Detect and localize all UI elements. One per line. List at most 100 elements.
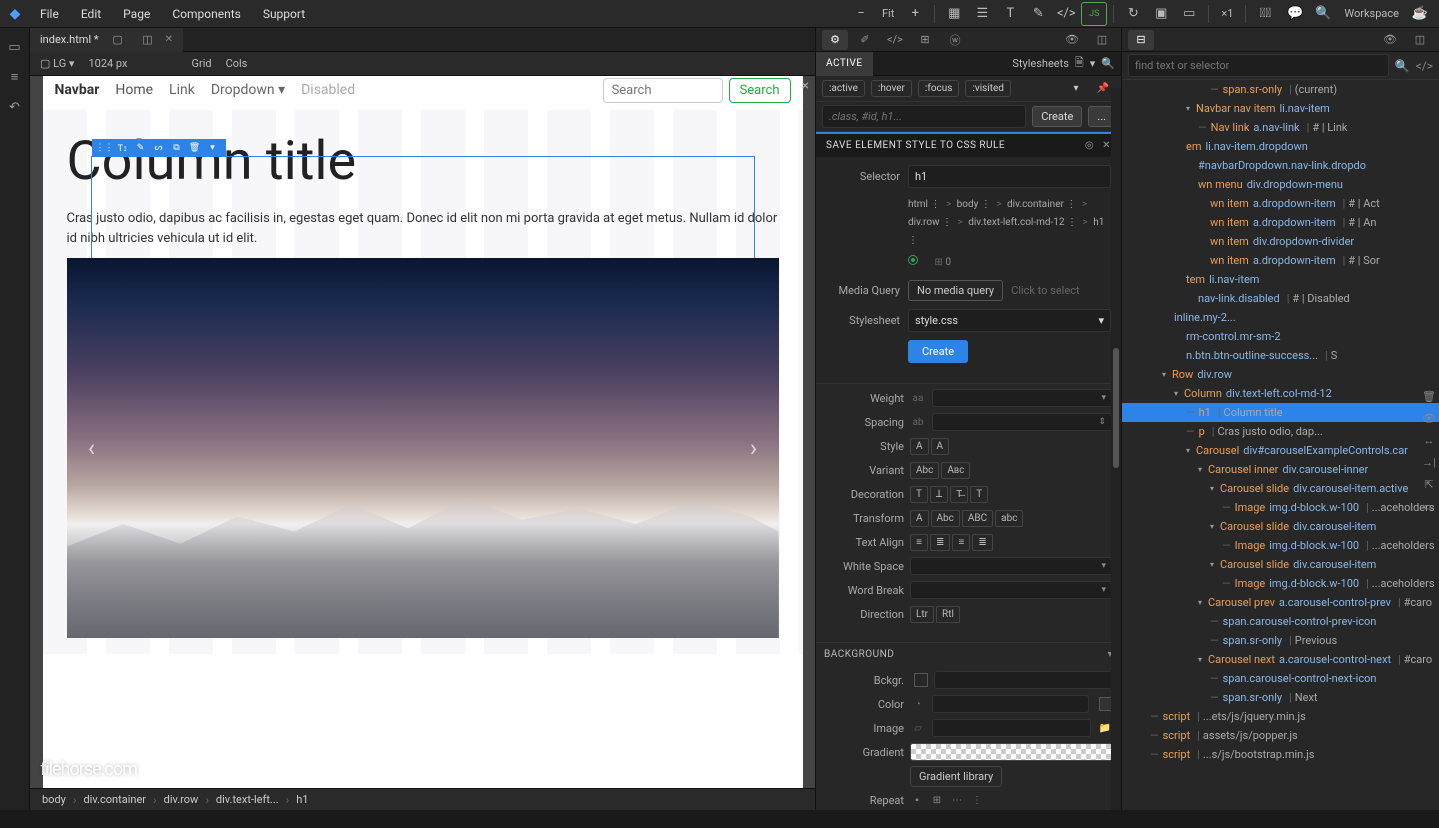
breadcrumb-item[interactable]: body — [38, 793, 70, 806]
whitespace-select[interactable]: ▾ — [910, 557, 1113, 575]
tree-icon[interactable]: ⊟ — [1128, 30, 1154, 50]
tree-row[interactable]: —h1| Column title — [1122, 403, 1439, 422]
weight-select[interactable]: ▾ — [932, 389, 1113, 407]
tree-row[interactable]: ▾Navbar nav itemli.nav-item — [1122, 99, 1439, 118]
sel-del-icon[interactable]: 🗑 — [188, 141, 202, 155]
tree-row[interactable]: wn itema.dropdown-item| # | Act — [1122, 194, 1439, 213]
toggle-option[interactable]: Abc — [910, 462, 939, 479]
tab-close-icon[interactable]: ✕ — [165, 28, 173, 52]
tree-search-input[interactable] — [1128, 54, 1389, 77]
grid-dots-icon[interactable]: ⊞ — [934, 257, 942, 268]
carousel-next-icon[interactable]: › — [739, 434, 769, 462]
expand-icon[interactable]: ⇱ — [1421, 476, 1437, 492]
nav-item[interactable]: Link — [169, 82, 195, 98]
tree-row[interactable]: ▾Carousel slidediv.carousel-item — [1122, 555, 1439, 574]
selector-input[interactable] — [822, 105, 1026, 128]
workspace-label[interactable]: Workspace — [1338, 7, 1405, 20]
code-toggle-icon[interactable]: </> — [1416, 59, 1433, 73]
tree-row[interactable]: —script| assets/js/popper.js — [1122, 726, 1439, 745]
tree-row[interactable]: —span.sr-only| (current) — [1122, 80, 1439, 99]
zoom-fit[interactable]: Fit — [876, 7, 900, 20]
tree-row[interactable]: —Imageimg.d-block.w-100| ...aceholders — [1122, 574, 1439, 593]
toggle-option[interactable]: Rtl — [936, 606, 960, 623]
eye-icon[interactable]: 👁 — [1421, 410, 1437, 426]
grid-icon[interactable]: ▦ — [941, 2, 967, 26]
repeat-both-icon[interactable]: ⊞ — [930, 793, 944, 807]
tab-plugin-icon[interactable]: ⊞ — [912, 30, 938, 50]
carousel-prev-icon[interactable]: ‹ — [77, 434, 107, 462]
tree-row[interactable]: emli.nav-item.dropdown — [1122, 137, 1439, 156]
link-icon[interactable]: ↔ — [1421, 432, 1437, 448]
search-input[interactable] — [603, 78, 723, 103]
js-icon[interactable]: JS — [1081, 2, 1107, 26]
search-icon[interactable]: 🔍 — [1395, 59, 1410, 73]
pseudo-hover[interactable]: :hover — [871, 80, 912, 97]
sel-dup-icon[interactable]: ⧉ — [170, 141, 184, 155]
zoom-out-icon[interactable]: − — [848, 2, 874, 26]
tree-row[interactable]: wn itema.dropdown-item| # | Sor — [1122, 251, 1439, 270]
search-icon[interactable]: 🔍 — [1101, 57, 1115, 70]
align-right-icon[interactable]: ≡ — [952, 534, 970, 551]
tree-row[interactable]: wn menudiv.dropdown-menu — [1122, 175, 1439, 194]
device-icon[interactable]: ▣ — [1148, 2, 1174, 26]
css-icon[interactable]: ✎ — [1025, 2, 1051, 26]
layout-icon[interactable]: ☰ — [969, 2, 995, 26]
breadcrumb-item[interactable]: div.container — [79, 793, 150, 806]
panel-icon[interactable]: ◫ — [1407, 30, 1433, 50]
toggle-option[interactable]: A — [931, 438, 950, 455]
tree-row[interactable]: #navbarDropdown.nav-link.dropdo — [1122, 156, 1439, 175]
tree-row[interactable]: ▾Carousel nexta.carousel-control-next| #… — [1122, 650, 1439, 669]
tab-wp-icon[interactable]: ⓦ — [942, 30, 968, 50]
tree-row[interactable]: ▾Rowdiv.row — [1122, 365, 1439, 384]
gradient-preview[interactable] — [910, 743, 1113, 761]
pseudo-active[interactable]: :active — [822, 80, 865, 97]
tree-row[interactable]: —script| ...s/js/bootstrap.min.js — [1122, 745, 1439, 764]
repeat-y-icon[interactable]: ⋮ — [970, 793, 984, 807]
preview-icon[interactable]: ▭ — [1176, 2, 1202, 26]
tab-window-icon[interactable]: ▢ — [107, 29, 129, 51]
media-query-pill[interactable]: No media query — [908, 280, 1003, 301]
breadcrumb-item[interactable]: div.row — [160, 793, 203, 806]
tab-split-icon[interactable]: ◫ — [137, 29, 159, 51]
tree-row[interactable]: inline.my-2... — [1122, 308, 1439, 327]
menu-edit[interactable]: Edit — [71, 0, 111, 28]
zoom-in-icon[interactable]: + — [902, 2, 928, 26]
toggle-option[interactable]: A — [910, 438, 929, 455]
pseudo-visited[interactable]: :visited — [965, 80, 1011, 97]
menu-page[interactable]: Page — [113, 0, 160, 28]
tree-row[interactable]: —span.sr-only| Previous — [1122, 631, 1439, 650]
stylesheets-file-icon[interactable]: 🗎 — [1075, 54, 1084, 73]
tab-brush-icon[interactable]: ✐ — [852, 30, 878, 50]
wordbreak-select[interactable]: ▾ — [910, 581, 1113, 599]
library-icon[interactable]: ≡ — [4, 66, 26, 88]
app-logo[interactable]: ◆ — [0, 0, 30, 28]
tree-row[interactable]: rm-control.mr-sm-2 — [1122, 327, 1439, 346]
background-header[interactable]: BACKGROUND▾ — [816, 642, 1121, 666]
eye-icon[interactable]: 👁 — [1377, 30, 1403, 50]
target-icon[interactable]: ◎ — [1085, 140, 1094, 151]
sel-more-icon[interactable]: ▾ — [206, 141, 220, 155]
tree-row[interactable]: —p| Cras justo odio, dap... — [1122, 422, 1439, 441]
viewport-size[interactable]: ▢ LG ▾ — [40, 57, 74, 70]
cols-toggle[interactable]: Cols — [226, 57, 248, 70]
sel-text-icon[interactable]: T↕ — [116, 141, 130, 155]
reload-icon[interactable]: ↻ — [1120, 2, 1146, 26]
canvas-close-icon[interactable]: × — [802, 78, 809, 94]
tree-row[interactable]: —span.carousel-control-prev-icon — [1122, 612, 1439, 631]
repeat-none-icon[interactable]: ▪ — [910, 793, 924, 807]
visibility-icon[interactable]: 👁̸ — [1252, 2, 1278, 26]
search-button[interactable]: Search — [729, 78, 791, 103]
radio-active-icon[interactable] — [908, 255, 918, 265]
sel-link-icon[interactable]: ᔕ — [152, 141, 166, 155]
align-left-icon[interactable]: ≡ — [910, 534, 928, 551]
tree-row[interactable]: wn itemdiv.dropdown-divider — [1122, 232, 1439, 251]
code-icon[interactable]: </> — [1053, 2, 1079, 26]
navbar-brand[interactable]: Navbar — [55, 82, 100, 98]
tree-row[interactable]: —Imageimg.d-block.w-100| ...aceholders — [1122, 536, 1439, 555]
text-icon[interactable]: T — [997, 2, 1023, 26]
breadcrumb-item[interactable]: div.text-left... — [212, 793, 283, 806]
chevron-down-icon[interactable]: ▾ — [1068, 81, 1085, 96]
align-center-icon[interactable]: ≣ — [930, 534, 950, 551]
chat-icon[interactable]: 💬 — [1282, 2, 1308, 26]
tab-index[interactable]: index.html * ▢ ◫ ✕ — [30, 28, 183, 52]
